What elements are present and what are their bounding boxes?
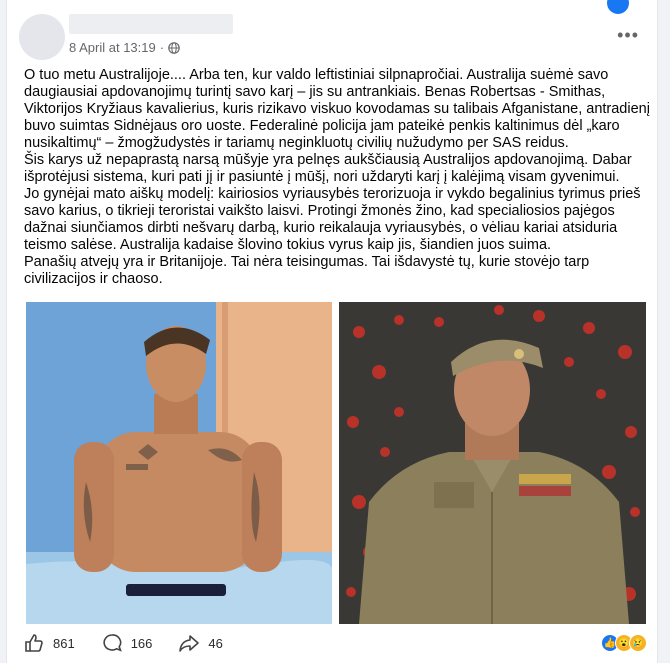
post-actions-bar: 861 166 46 👍 😮 😢 <box>23 628 647 658</box>
avatar[interactable] <box>19 14 65 60</box>
sad-reaction-icon: 😢 <box>629 634 647 652</box>
post-paragraph: Šis karys už nepaprastą narsą mūšyje yra… <box>24 152 632 185</box>
photo-grid <box>26 302 646 624</box>
post-text: O tuo metu Australijoje.... Arba ten, ku… <box>24 67 652 288</box>
photo-soldier[interactable] <box>339 302 646 624</box>
more-options-icon[interactable]: ••• <box>617 26 639 44</box>
likes-count: 861 <box>53 635 75 651</box>
soldier-photo-illustration <box>339 302 646 624</box>
comment-icon <box>103 634 122 652</box>
post-card: 8 April at 13:19 · ••• O tuo metu Austra… <box>6 0 658 663</box>
comments-count: 166 <box>130 635 153 651</box>
post-meta: 8 April at 13:19 · <box>69 40 180 55</box>
like-button[interactable]: 861 <box>23 632 75 654</box>
post-paragraph: Jo gynėjai mato aiškų modelį: kairiosios… <box>24 186 641 253</box>
pool-photo-illustration <box>26 302 332 624</box>
author-name-redacted[interactable] <box>69 14 233 34</box>
meta-separator: · <box>159 40 165 55</box>
reactions-summary[interactable]: 👍 😮 😢 <box>601 634 647 652</box>
post-paragraph: Panašių atvejų yra ir Britanijoje. Tai n… <box>24 254 590 287</box>
notification-dot <box>607 0 629 14</box>
share-button[interactable]: 46 <box>178 632 223 654</box>
like-icon <box>25 634 43 652</box>
globe-icon <box>168 41 180 54</box>
comment-button[interactable]: 166 <box>101 632 153 654</box>
photo-pool-man[interactable] <box>26 302 332 624</box>
share-icon <box>179 635 200 652</box>
post-date[interactable]: 8 April at 13:19 <box>69 40 156 55</box>
post-paragraph: O tuo metu Australijoje.... Arba ten, ku… <box>24 67 650 151</box>
shares-count: 46 <box>208 635 223 651</box>
